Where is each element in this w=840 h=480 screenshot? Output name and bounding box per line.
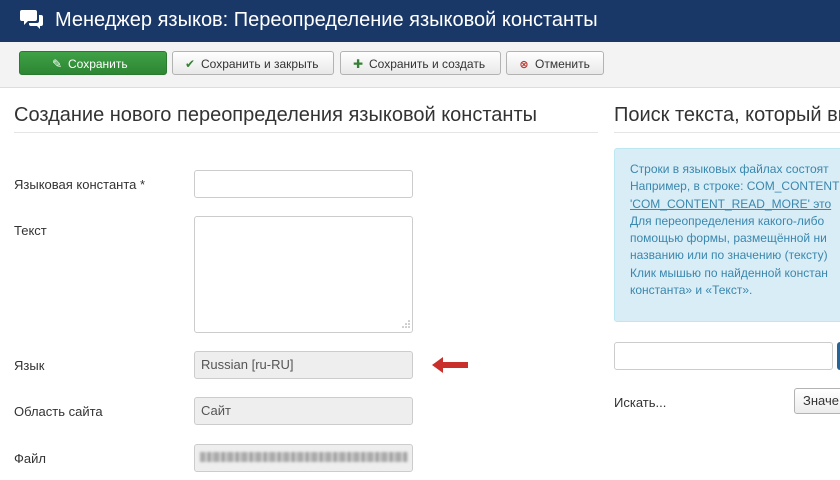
form-heading: Создание нового переопределения языковой… [14,104,537,126]
page-title: Менеджер языков: Переопределение языково… [55,9,598,31]
info-line-link[interactable]: 'COM_CONTENT_READ_MORE' это [630,196,840,213]
language-label: Язык [14,358,45,373]
save-close-button-label: Сохранить и закрыть [201,57,319,71]
info-line: Например, в строке: COM_CONTENT [630,179,840,194]
save-button-label: Сохранить [68,57,128,71]
check-icon: ✔ [184,57,196,71]
text-textarea[interactable] [194,216,413,333]
arrow-left-icon [432,357,468,373]
info-line: Строки в языковых файлах состоят [630,162,829,176]
info-line: названию или по значению (тексту) [630,248,828,263]
comments-icon [20,10,43,29]
search-heading-divider [614,132,840,133]
client-label: Область сайта [14,404,103,419]
save-new-button-label: Сохранить и создать [369,57,486,71]
constant-label: Языковая константа * [14,177,146,192]
search-label: Искать... [614,395,667,410]
plus-icon: ✚ [352,57,364,71]
form-heading-divider [14,132,598,133]
text-label: Текст [14,223,47,238]
search-input[interactable] [614,342,833,370]
toolbar: ✎ Сохранить ✔ Сохранить и закрыть ✚ Сохрани… [0,42,840,88]
save-button[interactable]: ✎ Сохранить [19,51,167,75]
save-close-button[interactable]: ✔ Сохранить и закрыть [172,51,334,75]
app-header: Менеджер языков: Переопределение языково… [0,0,840,42]
cancel-button[interactable]: ⊗ Отменить [506,51,604,75]
search-type-button[interactable]: Значе [794,388,840,414]
info-alert: Строки в языковых файлах состоят Наприме… [614,148,840,322]
file-label: Файл [14,451,46,466]
info-line: помощью формы, размещённой ни [630,231,827,246]
client-field: Сайт [194,397,413,425]
constant-input[interactable] [194,170,413,198]
save-new-button[interactable]: ✚ Сохранить и создать [340,51,501,75]
resize-handle-icon[interactable] [402,320,410,328]
info-line: Клик мышью по найденной констан [630,265,828,280]
language-field: Russian [ru-RU] [194,351,413,379]
blurred-file-path [200,452,408,462]
info-line: константа» и «Текст». [630,283,753,298]
cancel-button-label: Отменить [535,57,590,71]
edit-icon: ✎ [51,57,63,71]
cancel-icon: ⊗ [519,59,529,71]
info-line: Для переопределения какого-либо [630,213,825,228]
search-heading: Поиск текста, который вы [614,104,840,126]
